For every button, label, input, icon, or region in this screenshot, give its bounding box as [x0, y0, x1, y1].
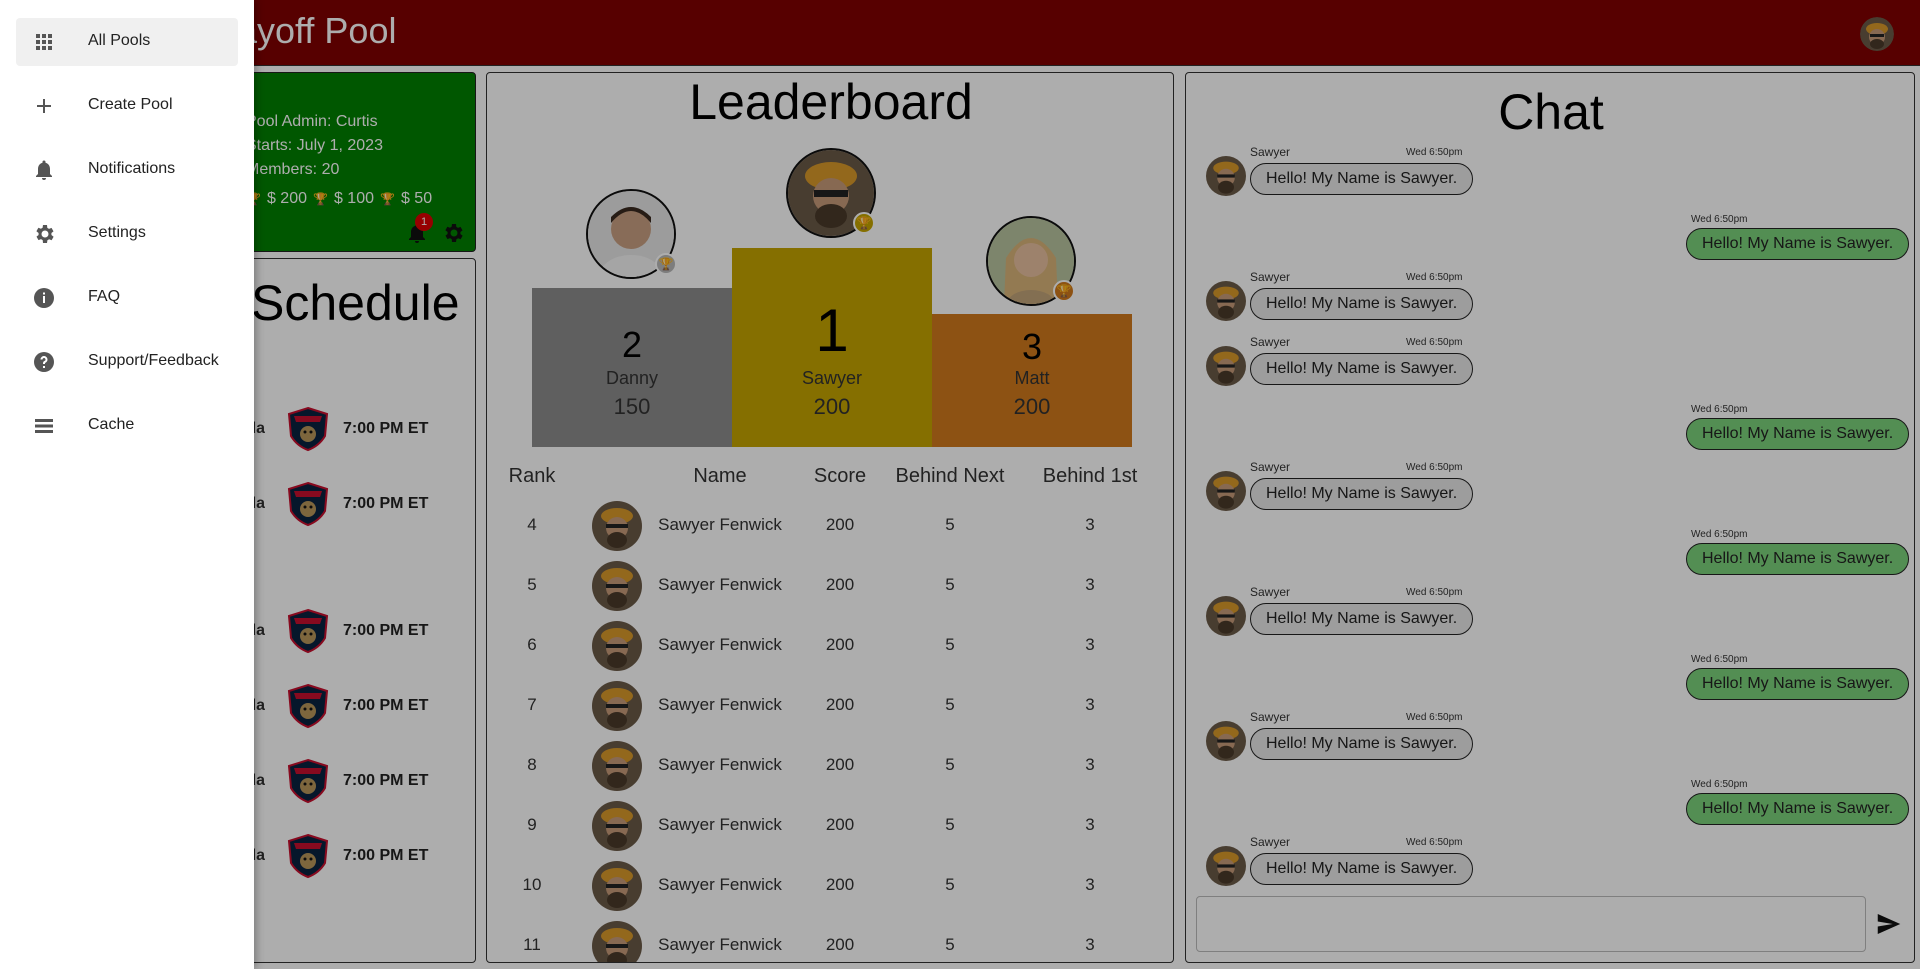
drawer-item-settings[interactable]: Settings — [16, 210, 238, 258]
drawer-item-label: All Pools — [88, 32, 151, 49]
drawer-item-create-pool[interactable]: Create Pool — [16, 82, 238, 130]
drawer-item-support-feedback[interactable]: Support/Feedback — [16, 338, 238, 386]
drawer-item-notifications[interactable]: Notifications — [16, 146, 238, 194]
gear-icon — [32, 222, 56, 246]
drawer-item-label: FAQ — [88, 288, 121, 305]
drawer-item-label: Notifications — [88, 160, 176, 177]
bell-icon — [32, 158, 56, 182]
drawer-item-label: Cache — [88, 416, 135, 433]
drawer-scrim[interactable] — [0, 0, 1920, 969]
drawer-item-all-pools[interactable]: All Pools — [16, 18, 238, 66]
plus-icon — [32, 94, 56, 118]
drawer-item-cache[interactable]: Cache — [16, 402, 238, 450]
help-icon — [32, 350, 56, 374]
drawer-item-faq[interactable]: FAQ — [16, 274, 238, 322]
drawer-item-label: Support/Feedback — [88, 352, 219, 369]
navigation-drawer: All Pools Create Pool Notifications Setting… — [0, 0, 254, 969]
info-icon — [32, 286, 56, 310]
storage-icon — [32, 414, 56, 438]
drawer-item-label: Create Pool — [88, 96, 173, 113]
drawer-item-label: Settings — [88, 224, 146, 241]
app-root: Playoff Pool Pool Admin: Curtis Starts: … — [0, 0, 1920, 969]
apps-icon — [32, 30, 56, 54]
